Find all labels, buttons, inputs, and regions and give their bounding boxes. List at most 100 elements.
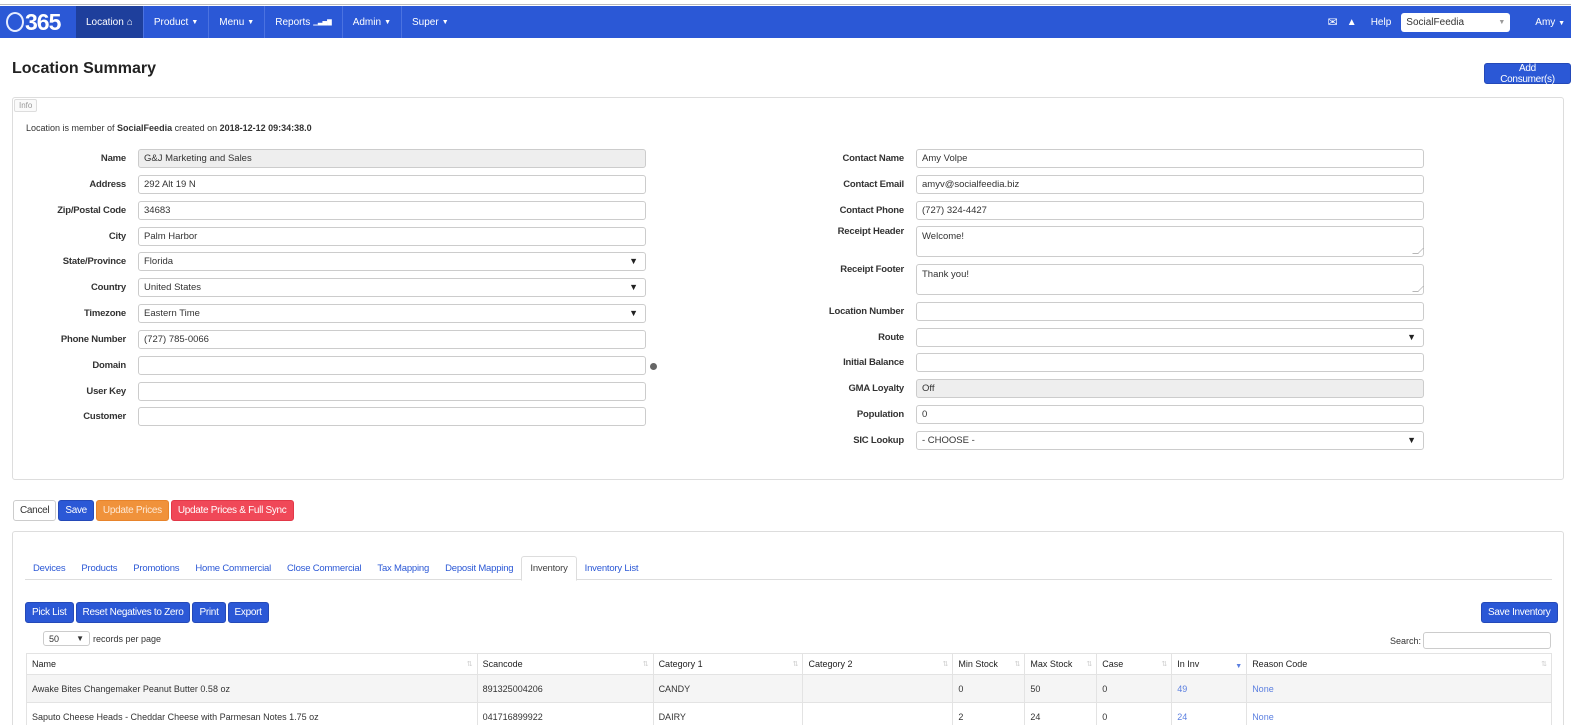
- update-prices-full-sync-button[interactable]: Update Prices & Full Sync: [170, 500, 294, 521]
- nav-location[interactable]: Location ⌂: [76, 6, 143, 38]
- export-button[interactable]: Export: [227, 602, 269, 623]
- column-label: Name: [32, 659, 57, 669]
- contact-email-input[interactable]: amyv@socialfeedia.biz: [916, 175, 1424, 194]
- resize-grip-icon[interactable]: [1412, 248, 1424, 254]
- receipt-footer-textarea[interactable]: Thank you!: [916, 264, 1424, 295]
- sort-icon[interactable]: ⇅: [467, 660, 473, 668]
- column-header-name[interactable]: Name ⇅: [26, 653, 478, 675]
- tab-devices[interactable]: Devices: [25, 556, 73, 580]
- select-caret-icon: ▼: [629, 282, 638, 292]
- sort-icon[interactable]: ⇅: [793, 660, 799, 668]
- tab-inventory[interactable]: Inventory: [521, 556, 577, 581]
- field-label: GMA Loyalty: [848, 383, 904, 394]
- contact-phone-input[interactable]: (727) 324-4427: [916, 201, 1424, 220]
- tab-promotions[interactable]: Promotions: [125, 556, 187, 580]
- reason-code-link[interactable]: None: [1252, 712, 1274, 722]
- sort-icon[interactable]: ⇅: [1161, 660, 1167, 668]
- add-consumers-button[interactable]: Add Consumer(s): [1484, 63, 1571, 85]
- field-value: Welcome!: [922, 231, 965, 242]
- sort-icon[interactable]: ⇅: [643, 660, 649, 668]
- column-header-category-2[interactable]: Category 2 ⇅: [802, 653, 954, 675]
- in-inv-link[interactable]: 49: [1177, 684, 1187, 694]
- nav-super[interactable]: Super ▼: [401, 6, 459, 38]
- cell-name: Awake Bites Changemaker Peanut Butter 0.…: [26, 674, 478, 703]
- nav-reports[interactable]: Reports ▁▃▅▇: [264, 6, 341, 38]
- logo-ring-icon: [6, 12, 24, 32]
- reason-code-link[interactable]: None: [1252, 684, 1274, 694]
- created-prefix: created on: [172, 123, 220, 133]
- sort-icon[interactable]: ⇅: [1541, 660, 1547, 668]
- select-caret-icon: ▼: [1407, 435, 1416, 445]
- nav-label: Reports: [275, 16, 311, 28]
- field-label: Receipt Header: [837, 226, 905, 237]
- tab-deposit-mapping[interactable]: Deposit Mapping: [437, 556, 521, 580]
- cell-case: 0: [1096, 674, 1173, 703]
- column-header-reason-code[interactable]: Reason Code ⇅: [1246, 653, 1552, 675]
- tab-products[interactable]: Products: [73, 556, 125, 580]
- caret-down-icon: ▼: [441, 18, 449, 26]
- tab-home-commercial[interactable]: Home Commercial: [187, 556, 279, 580]
- field-label: Contact Name: [842, 153, 905, 164]
- tabs-panel: Devices Products Promotions Home Commercial…: [12, 531, 1564, 725]
- receipt-header-textarea[interactable]: Welcome!: [916, 226, 1424, 257]
- tab-tax-mapping[interactable]: Tax Mapping: [369, 556, 437, 580]
- organization-select[interactable]: SocialFeedia ▼: [1401, 12, 1511, 32]
- gma-loyalty-input[interactable]: Off: [916, 379, 1424, 398]
- field-value: 0: [922, 409, 928, 420]
- user-name: Amy: [1535, 16, 1556, 28]
- brand-logo[interactable]: 365: [0, 6, 76, 38]
- column-label: Scancode: [482, 659, 523, 669]
- update-prices-button[interactable]: Update Prices: [95, 500, 169, 521]
- nav-product[interactable]: Product ▼: [142, 6, 208, 38]
- column-header-max-stock[interactable]: Max Stock ⇅: [1024, 653, 1098, 675]
- user-menu[interactable]: Amy ▼: [1535, 17, 1565, 28]
- caret-down-icon: ▼: [247, 18, 255, 26]
- bell-icon[interactable]: ▲: [1344, 17, 1360, 28]
- column-header-min-stock[interactable]: Min Stock ⇅: [952, 653, 1026, 675]
- column-header-scancode[interactable]: Scancode ⇅: [476, 653, 654, 675]
- records-value: 50: [49, 633, 60, 644]
- field-label: SIC Lookup: [853, 435, 904, 446]
- search-input[interactable]: [1423, 632, 1552, 649]
- cell-min-stock: 2: [952, 702, 1026, 725]
- nav-menu[interactable]: Menu ▼: [208, 6, 264, 38]
- column-header-category-1[interactable]: Category 1 ⇅: [652, 653, 804, 675]
- cancel-button[interactable]: Cancel: [13, 500, 57, 521]
- records-per-page-select[interactable]: 50 ▼: [43, 631, 90, 646]
- cell-max-stock: 50: [1024, 674, 1098, 703]
- column-header-case[interactable]: Case ⇅: [1096, 653, 1173, 675]
- home-icon: ⌂: [126, 16, 133, 28]
- help-link[interactable]: Help: [1371, 17, 1392, 28]
- location-number-input[interactable]: [916, 302, 1424, 321]
- pick-list-button[interactable]: Pick List: [25, 602, 74, 623]
- cell-max-stock: 24: [1024, 702, 1098, 725]
- sort-icon[interactable]: ⇅: [943, 660, 949, 668]
- contact-name-input[interactable]: Amy Volpe: [916, 149, 1424, 168]
- resize-grip-icon[interactable]: [1412, 286, 1424, 292]
- reset-negatives-to-zero-button[interactable]: Reset Negatives to Zero: [75, 602, 191, 623]
- search-label: Search:: [1390, 635, 1422, 646]
- tab-inventory-list[interactable]: Inventory List: [577, 556, 647, 580]
- route-select[interactable]: ▼: [916, 328, 1424, 347]
- save-inventory-button[interactable]: Save Inventory: [1481, 602, 1558, 623]
- sort-icon[interactable]: ⇅: [1014, 660, 1020, 668]
- field-label: Route: [878, 332, 904, 343]
- field-label: Country: [90, 282, 126, 293]
- tab-close-commercial[interactable]: Close Commercial: [279, 556, 369, 580]
- nav-admin[interactable]: Admin ▼: [341, 6, 401, 38]
- page-title: Location Summary: [12, 60, 157, 77]
- in-inv-link[interactable]: 24: [1177, 712, 1187, 722]
- nav-label: Product: [153, 16, 189, 28]
- sort-icon[interactable]: ⇅: [1086, 660, 1092, 668]
- population-input[interactable]: 0: [916, 405, 1424, 424]
- field-label: Contact Email: [843, 179, 904, 190]
- initial-balance-input[interactable]: [916, 353, 1424, 372]
- field-gma-loyalty: GMA Loyalty Off: [13, 379, 1424, 398]
- save-button[interactable]: Save: [58, 500, 94, 521]
- cell-in-inv: 49: [1171, 674, 1248, 703]
- sic-lookup-select[interactable]: - CHOOSE - ▼: [916, 431, 1424, 450]
- mail-icon[interactable]: ✉: [1325, 15, 1341, 29]
- print-button[interactable]: Print: [192, 602, 226, 623]
- column-header-in-inv[interactable]: In Inv ▼: [1171, 653, 1248, 675]
- sort-desc-icon[interactable]: ▼: [1235, 663, 1242, 670]
